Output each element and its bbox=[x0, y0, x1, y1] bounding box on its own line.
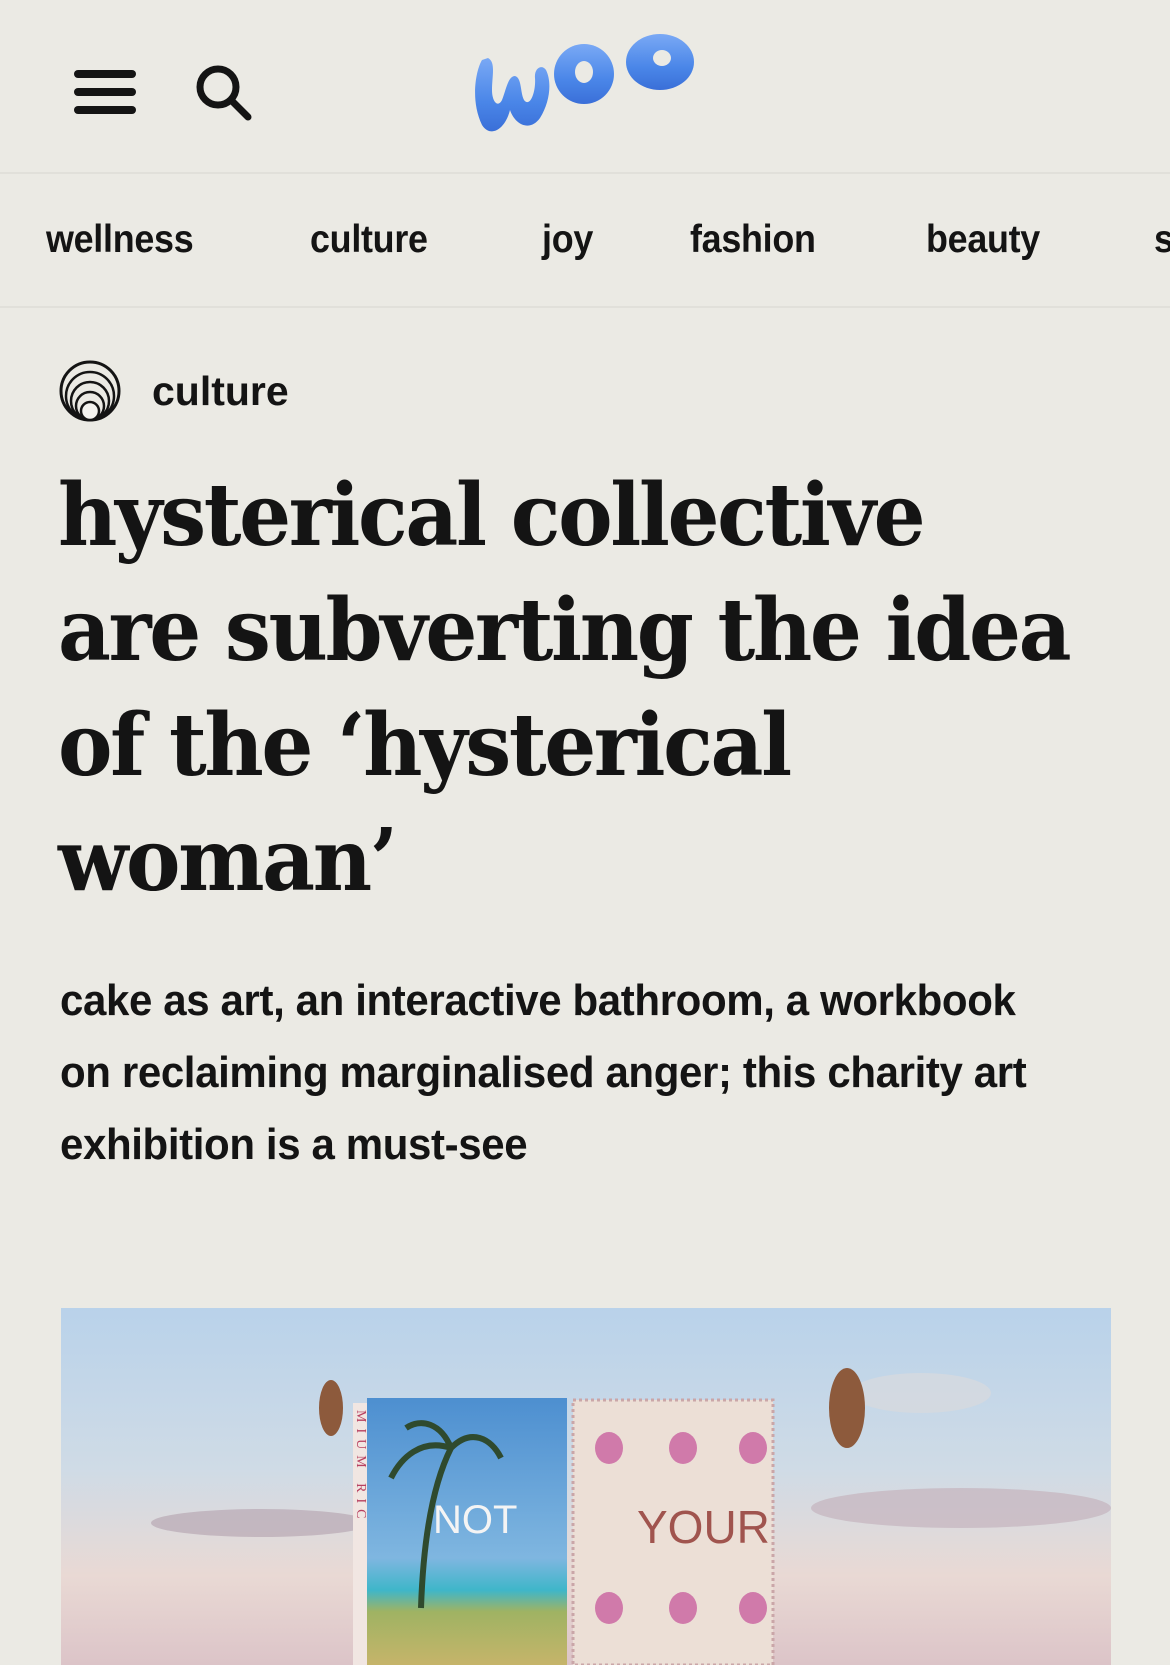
category-label: culture bbox=[152, 367, 289, 414]
article-standfirst: cake as art, an interactive bathroom, a … bbox=[60, 976, 1027, 1169]
article-category[interactable]: culture bbox=[58, 358, 289, 424]
hero-photo: NOT YOUR MIUM RIC bbox=[61, 1308, 1111, 1665]
search-icon[interactable] bbox=[192, 62, 258, 124]
hero-image[interactable]: NOT YOUR MIUM RIC bbox=[61, 1308, 1111, 1665]
category-nav: wellness culture joy fashion beauty s bbox=[0, 176, 1170, 308]
nav-item-joy[interactable]: joy bbox=[542, 218, 593, 262]
right-hand bbox=[829, 1368, 865, 1448]
panel-text-your: YOUR bbox=[637, 1501, 770, 1553]
site-header bbox=[0, 0, 1170, 174]
concentric-rings-icon bbox=[59, 360, 121, 422]
woo-logo-icon bbox=[475, 34, 694, 132]
nav-item-wellness[interactable]: wellness bbox=[46, 218, 194, 262]
article-headline: hysterical collective are subverting the… bbox=[58, 465, 1072, 911]
site-logo[interactable] bbox=[460, 30, 710, 145]
nav-item-culture[interactable]: culture bbox=[310, 218, 428, 262]
side-strip-text: MIUM RIC bbox=[353, 1410, 368, 1525]
hamburger-menu-icon[interactable] bbox=[74, 70, 136, 116]
panel-text-not: NOT bbox=[433, 1498, 517, 1542]
left-hand bbox=[319, 1380, 343, 1436]
nav-item-beauty[interactable]: beauty bbox=[926, 218, 1040, 262]
nav-item-fashion[interactable]: fashion bbox=[690, 218, 816, 262]
nav-item-truncated[interactable]: s bbox=[1154, 218, 1170, 262]
